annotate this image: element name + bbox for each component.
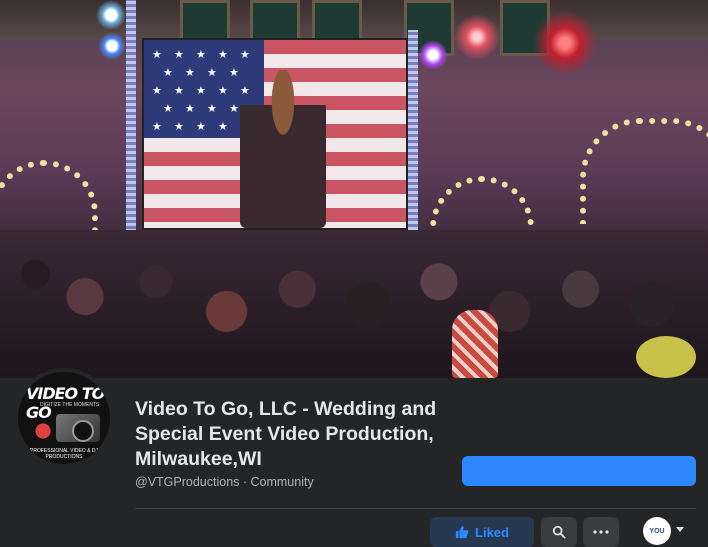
star-ornament [452, 12, 502, 62]
thumbs-up-icon [455, 525, 469, 539]
star-ornament [530, 8, 600, 78]
chevron-down-icon[interactable] [676, 527, 684, 532]
liked-label: Liked [475, 524, 509, 540]
call-to-action-button[interactable] [462, 456, 696, 486]
page-handle[interactable]: @VTGProductions · Community [135, 475, 314, 489]
camera-lens [72, 420, 94, 442]
stage-light [418, 40, 448, 70]
profile-picture[interactable]: VIDEO TO GO DIGITIZE THE MOMENTS PROFESS… [14, 368, 114, 468]
divider [135, 508, 696, 509]
singer-figure [240, 70, 326, 228]
garland [580, 118, 708, 224]
cover-photo[interactable]: ★★★★★ ★★★★ ★★★★★ ★★★★ ★★★★★ [0, 0, 708, 378]
floral-arrangement [636, 336, 696, 378]
dancing-crowd [0, 230, 708, 378]
stage-light [96, 0, 126, 30]
stage-light [98, 32, 126, 60]
more-icon [593, 530, 609, 534]
logo-tagline: DIGITIZE THE MOMENTS [40, 402, 100, 408]
stage-light-logo [32, 416, 54, 446]
search-icon [552, 525, 566, 539]
projection-screen: ★★★★★ ★★★★ ★★★★★ ★★★★ ★★★★★ [142, 38, 408, 230]
lighting-truss [408, 30, 418, 260]
page-title[interactable]: Video To Go, LLC - Wedding and Special E… [135, 397, 455, 472]
logo-footer: PROFESSIONAL VIDEO & DJ PRODUCTIONS [30, 448, 98, 460]
dancer [452, 310, 498, 378]
voice-selector-avatar[interactable]: YOU [643, 517, 671, 545]
